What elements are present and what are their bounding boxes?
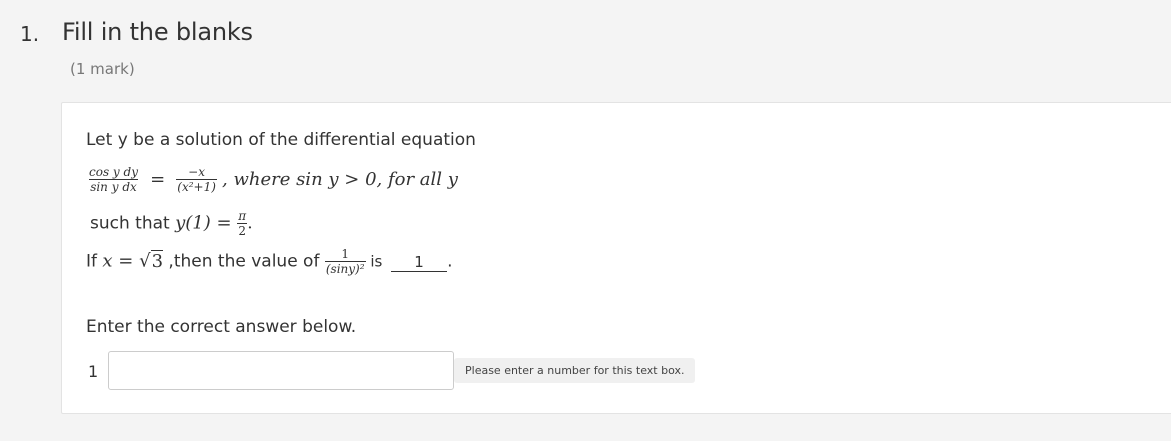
given-line: If x = √3 ,then the value of 1 (siny)² is… — [86, 247, 452, 276]
sqrt-symbol: √ — [139, 250, 151, 272]
x-equals: x = — [102, 250, 140, 272]
lhs-denominator: sin y dx — [89, 179, 138, 194]
rhs-numerator: −x — [188, 165, 205, 179]
question-mark: (1 mark) — [70, 60, 135, 78]
lhs-numerator: cos y dy — [89, 165, 138, 179]
two-digit: 2 — [237, 223, 248, 238]
equals-sign: = — [150, 169, 166, 190]
then-text: ,then the value of — [163, 251, 325, 272]
rhs-fraction: −x (x²+1) — [176, 165, 217, 194]
if-text: If — [86, 251, 103, 272]
question-number: 1. — [20, 22, 40, 46]
condition-line: such that y(1) = π2. — [90, 209, 253, 238]
question-title: Fill in the blanks — [62, 18, 253, 46]
reciprocal-fraction: 1 (siny)² — [324, 247, 366, 276]
input-hint-tooltip: Please enter a number for this text box. — [454, 358, 696, 383]
lhs-fraction: cos y dy sin y dx — [88, 165, 139, 194]
answer-prompt: Enter the correct answer below. — [86, 317, 357, 337]
differential-equation: cos y dy sin y dx = −x (x²+1) , where si… — [88, 165, 458, 199]
answer-index: 1 — [88, 362, 99, 381]
condition-expr: y(1) = — [175, 212, 238, 234]
reciprocal-denominator: (siny)² — [324, 261, 366, 276]
question-card: Let y be a solution of the differential … — [61, 102, 1171, 414]
such-that-text: such that — [90, 213, 176, 234]
answer-input[interactable] — [108, 351, 454, 390]
filled-blank: 1 — [391, 253, 448, 272]
sqrt-value: 3 — [150, 249, 164, 272]
final-period: . — [447, 251, 453, 272]
pi-symbol: π — [238, 209, 247, 223]
where-clause: , where sin y > 0, for all y — [222, 169, 458, 190]
rhs-denominator: (x²+1) — [176, 179, 217, 194]
is-text: is — [365, 252, 388, 271]
condition-period: . — [247, 213, 253, 234]
reciprocal-numerator: 1 — [341, 247, 350, 261]
pi-over-two: π2 — [237, 209, 248, 238]
intro-text: Let y be a solution of the differential … — [86, 130, 476, 150]
